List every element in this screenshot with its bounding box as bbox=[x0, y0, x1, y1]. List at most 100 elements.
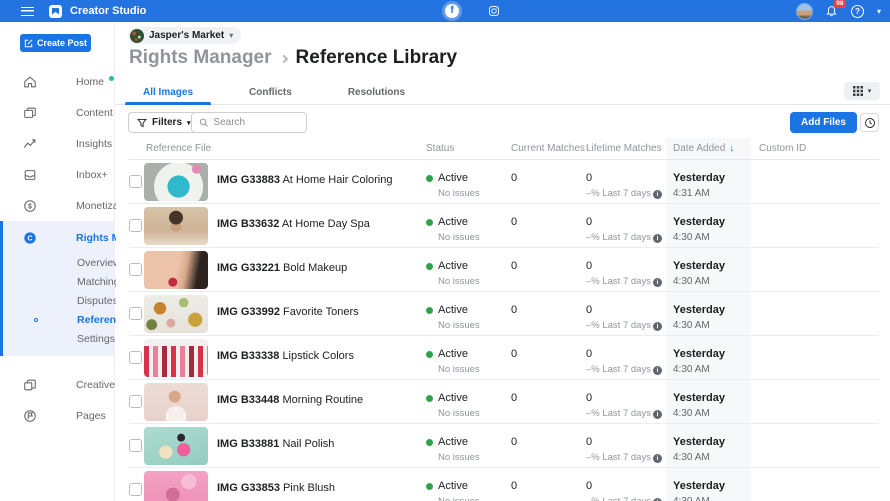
reference-image-thumbnail[interactable] bbox=[144, 427, 208, 465]
status-note: No issues bbox=[438, 188, 511, 199]
lifetime-matches-value: 0 bbox=[586, 392, 666, 404]
current-matches-value: 0 bbox=[511, 204, 586, 228]
info-icon[interactable] bbox=[653, 190, 662, 199]
create-post-button[interactable]: Create Post bbox=[20, 34, 91, 52]
reference-file-name[interactable]: IMG G33853 Pink Blush bbox=[208, 468, 426, 494]
tab-resolutions[interactable]: Resolutions bbox=[336, 80, 417, 104]
status-note: No issues bbox=[438, 496, 511, 501]
info-icon[interactable] bbox=[653, 322, 662, 331]
row-checkbox[interactable] bbox=[129, 439, 142, 452]
sidebar-item-creative-tools[interactable]: Creative Tools bbox=[0, 369, 114, 400]
help-icon[interactable] bbox=[851, 5, 864, 18]
info-icon[interactable] bbox=[653, 278, 662, 287]
info-icon[interactable] bbox=[653, 454, 662, 463]
sidebar-item-label: Pages bbox=[76, 410, 106, 422]
sidebar-item-insights[interactable]: Insights bbox=[0, 128, 114, 159]
row-checkbox[interactable] bbox=[129, 307, 142, 320]
column-header-custom-id[interactable]: Custom ID bbox=[751, 138, 879, 159]
column-header-lifetime-matches[interactable]: Lifetime Matches bbox=[586, 138, 666, 159]
notifications-button[interactable]: 98 bbox=[825, 5, 838, 18]
home-notification-dot bbox=[109, 76, 114, 81]
reference-image-thumbnail[interactable] bbox=[144, 471, 208, 501]
reference-file-name[interactable]: IMG B33448 Morning Routine bbox=[208, 380, 426, 406]
sidebar-item-pages[interactable]: Pages bbox=[0, 400, 114, 431]
status-text: Active bbox=[438, 304, 468, 316]
row-checkbox[interactable] bbox=[129, 395, 142, 408]
add-files-button[interactable]: Add Files bbox=[790, 112, 857, 133]
row-checkbox[interactable] bbox=[129, 351, 142, 364]
sidebar-subitem-overview[interactable]: Overview bbox=[3, 253, 114, 272]
view-options-button[interactable] bbox=[844, 82, 880, 100]
reference-image-thumbnail[interactable] bbox=[144, 295, 208, 333]
column-header-label: Date Added bbox=[673, 143, 725, 154]
status-text: Active bbox=[438, 392, 468, 404]
reference-file-name[interactable]: IMG G33221 Bold Makeup bbox=[208, 248, 426, 274]
facebook-platform-button[interactable] bbox=[442, 1, 462, 21]
row-checkbox[interactable] bbox=[129, 219, 142, 232]
column-header-reference-file[interactable]: Reference File bbox=[129, 138, 426, 159]
active-subitem-dot-icon bbox=[34, 318, 38, 322]
sidebar-item-rights-manager[interactable]: C Rights Manager bbox=[3, 222, 114, 253]
file-title: Nail Polish bbox=[282, 438, 334, 450]
info-icon[interactable] bbox=[653, 410, 662, 419]
funnel-icon bbox=[137, 118, 147, 128]
subitem-label: Settings bbox=[77, 333, 115, 345]
status-note: No issues bbox=[438, 408, 511, 419]
reference-file-name[interactable]: IMG B33881 Nail Polish bbox=[208, 424, 426, 450]
user-avatar[interactable] bbox=[797, 4, 812, 19]
thumbnail-cell bbox=[144, 248, 208, 289]
rights-manager-section: C Rights Manager Overview Matching Image… bbox=[0, 221, 114, 356]
breadcrumb-parent[interactable]: Rights Manager bbox=[129, 47, 272, 69]
page-selector[interactable]: Jasper's Market bbox=[128, 27, 241, 44]
sidebar-item-inbox[interactable]: Inbox+ bbox=[0, 159, 114, 190]
reference-image-thumbnail[interactable] bbox=[144, 339, 208, 377]
info-icon[interactable] bbox=[653, 234, 662, 243]
checkbox-cell bbox=[129, 160, 144, 188]
reference-file-name[interactable]: IMG G33992 Favorite Toners bbox=[208, 292, 426, 318]
reference-image-thumbnail[interactable] bbox=[144, 207, 208, 245]
sidebar-subitem-reference-library[interactable]: Reference Library bbox=[3, 310, 114, 329]
sidebar-item-home[interactable]: Home bbox=[0, 66, 114, 97]
search-input[interactable] bbox=[213, 117, 299, 128]
history-button[interactable] bbox=[860, 113, 879, 132]
column-header-date-added[interactable]: Date Added bbox=[666, 138, 751, 159]
sidebar-subitem-matching-images[interactable]: Matching Images bbox=[3, 272, 114, 291]
lifetime-matches-value: 0 bbox=[586, 348, 666, 360]
sidebar-item-content-library[interactable]: Content Library bbox=[0, 97, 114, 128]
reference-image-thumbnail[interactable] bbox=[144, 383, 208, 421]
row-checkbox[interactable] bbox=[129, 263, 142, 276]
hamburger-menu-icon[interactable] bbox=[21, 7, 34, 16]
reference-image-thumbnail[interactable] bbox=[144, 163, 208, 201]
time-added-value: 4:30 AM bbox=[673, 232, 751, 243]
lifetime-trend-note: –% Last 7 days bbox=[586, 408, 651, 419]
column-header-status[interactable]: Status bbox=[426, 138, 511, 159]
reference-image-thumbnail[interactable] bbox=[144, 251, 208, 289]
row-checkbox[interactable] bbox=[129, 175, 142, 188]
date-added-cell: Yesterday 4:30 AM bbox=[666, 468, 751, 501]
status-cell: Active No issues bbox=[426, 292, 511, 331]
filters-button[interactable]: Filters bbox=[128, 112, 200, 133]
active-status-dot-icon bbox=[426, 219, 433, 226]
status-cell: Active No issues bbox=[426, 380, 511, 419]
status-text: Active bbox=[438, 348, 468, 360]
tab-conflicts[interactable]: Conflicts bbox=[237, 80, 304, 104]
time-added-value: 4:30 AM bbox=[673, 320, 751, 331]
custom-id-value bbox=[751, 468, 879, 482]
reference-file-name[interactable]: IMG B33338 Lipstick Colors bbox=[208, 336, 426, 362]
info-icon[interactable] bbox=[653, 366, 662, 375]
status-text: Active bbox=[438, 260, 468, 272]
current-matches-value: 0 bbox=[511, 248, 586, 272]
sidebar: Create Post Home Content Library Insight… bbox=[0, 22, 115, 501]
account-menu-caret-icon[interactable] bbox=[877, 7, 881, 16]
sidebar-subitem-settings[interactable]: Settings bbox=[3, 329, 114, 348]
sidebar-subitem-disputes[interactable]: Disputes bbox=[3, 291, 114, 310]
instagram-platform-button[interactable] bbox=[488, 5, 500, 17]
tab-all-images[interactable]: All Images bbox=[131, 80, 205, 104]
status-note: No issues bbox=[438, 232, 511, 243]
reference-file-name[interactable]: IMG B33632 At Home Day Spa bbox=[208, 204, 426, 230]
row-checkbox[interactable] bbox=[129, 483, 142, 496]
sidebar-item-monetization[interactable]: $ Monetization bbox=[0, 190, 114, 221]
lifetime-trend-note: –% Last 7 days bbox=[586, 364, 651, 375]
column-header-current-matches[interactable]: Current Matches bbox=[511, 138, 586, 159]
reference-file-name[interactable]: IMG G33883 At Home Hair Coloring bbox=[208, 160, 426, 186]
